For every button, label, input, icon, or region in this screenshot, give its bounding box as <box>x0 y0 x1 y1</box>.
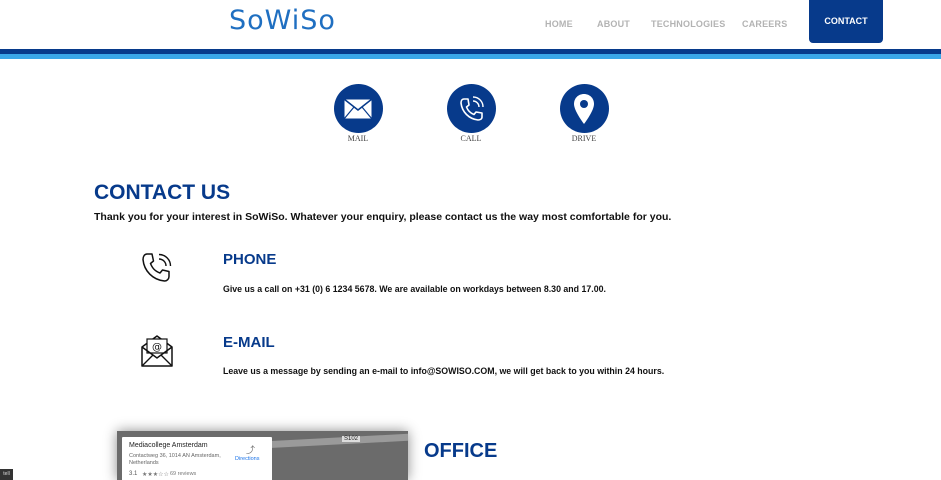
map-place-name[interactable]: Mediacollege Amsterdam <box>129 442 208 449</box>
map-place-card[interactable]: Mediacollege Amsterdam Contactweg 36, 10… <box>122 437 272 480</box>
quick-link-call[interactable]: CALL <box>446 84 496 143</box>
envelope-icon <box>333 84 383 133</box>
contact-intro-text: Thank you for your interest in SoWiSo. W… <box>94 211 672 223</box>
office-title: OFFICE <box>424 440 498 462</box>
header-band-light <box>0 54 941 59</box>
phone-title: PHONE <box>223 251 277 268</box>
email-at-outline-icon: @ <box>139 333 175 374</box>
quick-link-drive[interactable]: DRIVE <box>559 84 609 143</box>
quick-link-drive-label: DRIVE <box>571 134 597 143</box>
page-title: CONTACT US <box>94 181 231 204</box>
nav-home[interactable]: HOME <box>545 19 573 29</box>
quick-link-mail-label: MAIL <box>347 134 369 143</box>
site-header: SoWiSo HOME ABOUT TECHNOLOGIES CAREERS C… <box>0 0 941 48</box>
map-place-address: Contactweg 36, 1014 AN Amsterdam, Nether… <box>129 453 221 466</box>
email-text: Leave us a message by sending an e-mail … <box>223 366 665 376</box>
map-road <box>266 432 408 449</box>
phone-outline-icon <box>139 250 175 291</box>
site-logo[interactable]: SoWiSo <box>229 5 336 36</box>
map-reviews-link[interactable]: 69 reviews <box>170 471 196 477</box>
quick-link-call-label: CALL <box>460 134 482 143</box>
phone-text: Give us a call on +31 (0) 6 1234 5678. W… <box>223 284 606 294</box>
map-road-label: S102 <box>342 436 361 442</box>
nav-technologies[interactable]: TECHNOLOGIES <box>651 19 725 29</box>
email-title: E-MAIL <box>223 334 275 351</box>
directions-icon[interactable]: ⤴ <box>246 443 255 456</box>
map-rating: 3.1 <box>129 471 138 477</box>
nav-careers[interactable]: CAREERS <box>742 19 787 29</box>
map-directions-link[interactable]: Directions <box>235 456 259 462</box>
office-map[interactable]: S102 Mediacollege Amsterdam Contactweg 3… <box>117 431 408 480</box>
quick-link-mail[interactable]: MAIL <box>333 84 383 143</box>
nav-contact[interactable]: CONTACT <box>809 0 883 43</box>
corner-badge[interactable]: tell <box>0 469 13 480</box>
map-rating-stars: ★★★☆☆ <box>142 472 169 478</box>
phone-icon <box>446 84 496 133</box>
nav-about[interactable]: ABOUT <box>597 19 630 29</box>
svg-text:@: @ <box>152 342 162 353</box>
map-pin-icon <box>559 84 609 133</box>
